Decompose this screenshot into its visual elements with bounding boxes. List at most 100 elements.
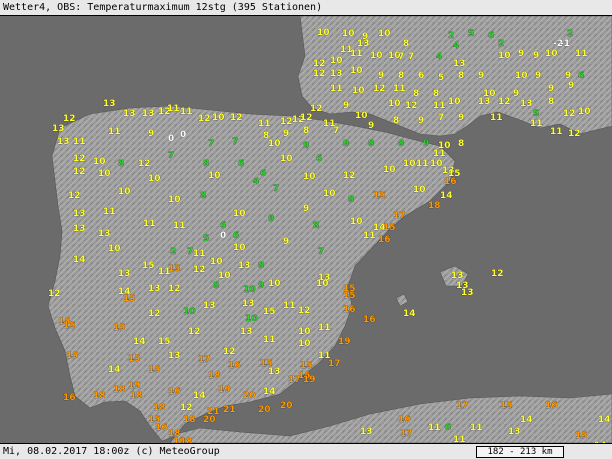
station-value: 4 <box>253 177 259 187</box>
station-value: 10 <box>210 257 223 267</box>
station-value: 15 <box>113 323 126 333</box>
station-value: 11 <box>283 301 296 311</box>
station-value: 9 <box>368 121 374 131</box>
station-value: 5 <box>468 29 474 39</box>
station-value: 9 <box>258 281 264 291</box>
station-value: 17 <box>328 359 341 369</box>
station-value: 9 <box>518 49 524 59</box>
station-value: 8 <box>548 97 554 107</box>
station-value: 11 <box>433 101 446 111</box>
station-value: 8 <box>368 139 374 149</box>
station-value: 9 <box>565 71 571 81</box>
station-value: 2 <box>170 247 176 257</box>
station-value: 8 <box>458 71 464 81</box>
station-value: 18 <box>153 403 166 413</box>
station-value: 15 <box>148 365 161 375</box>
station-value: 9 <box>303 141 309 151</box>
station-value: 6 <box>316 154 322 164</box>
station-value: 12 <box>188 327 201 337</box>
station-value: 13 <box>203 301 216 311</box>
station-value: 12 <box>300 113 313 123</box>
station-value: 12 <box>223 347 236 357</box>
station-value: 13 <box>461 288 474 298</box>
station-value: 11 <box>350 49 363 59</box>
station-value: 11 <box>453 435 466 443</box>
station-value: 9 <box>148 129 154 139</box>
station-value: 9 <box>283 237 289 247</box>
station-value: 13 <box>268 367 281 377</box>
station-value: 20 <box>258 405 271 415</box>
station-value: 14 <box>263 387 276 397</box>
station-value: 12 <box>405 101 418 111</box>
station-value: 15 <box>500 401 513 411</box>
scale-label: 182 - 213 km <box>487 447 553 457</box>
station-value: 12 <box>313 59 326 69</box>
station-value: 13 <box>520 99 533 109</box>
station-value: 18 <box>130 391 143 401</box>
station-value: 11 <box>575 49 588 59</box>
station-value: 12 <box>563 109 576 119</box>
station-value: 5 <box>533 109 539 119</box>
station-value: 19 <box>218 385 231 395</box>
station-value: 10 <box>212 113 225 123</box>
station-value: 15 <box>343 291 356 301</box>
station-value: 18 <box>113 385 126 395</box>
station-value: 12 <box>73 167 86 177</box>
station-value: 10 <box>448 97 461 107</box>
station-value: 17 <box>198 355 211 365</box>
station-value: 20 <box>280 401 293 411</box>
station-value: 17 <box>393 211 406 221</box>
station-value: 12 <box>568 129 581 139</box>
station-value: 14 <box>403 309 416 319</box>
station-value: 11 <box>108 127 121 137</box>
station-value: 8 <box>398 71 404 81</box>
station-value: 13 <box>142 109 155 119</box>
station-value: 11 <box>193 249 206 259</box>
station-value: 12 <box>148 309 161 319</box>
station-value: 11 <box>263 335 276 345</box>
map-window: Wetter4, OBS: Temperaturmaximum 12stg (3… <box>0 0 612 459</box>
station-value: 6 <box>488 31 494 41</box>
station-value: 13 <box>330 69 343 79</box>
station-value: 9 <box>283 129 289 139</box>
station-value: 8 <box>213 281 219 291</box>
station-value: 12 <box>68 191 81 201</box>
station-value: 10 <box>183 307 196 317</box>
station-value: 6 <box>418 71 424 81</box>
station-value: 11 <box>173 221 186 231</box>
station-value: 15 <box>66 351 79 361</box>
station-value: 11 <box>428 423 441 433</box>
station-value: 12 <box>298 306 311 316</box>
station-value: 0 <box>168 134 174 144</box>
map-viewport[interactable]: 10 10 9 10 8 2 5 6 2 -2 -1 2 13 11 10 10 7 7 4 4 10 9 9 10 11 12 1… <box>0 15 612 457</box>
station-value: 7 <box>408 52 414 62</box>
station-value: 12 <box>230 113 243 123</box>
station-value: 10 <box>118 187 131 197</box>
station-value: 16 <box>228 361 241 371</box>
station-value: 9 <box>513 89 519 99</box>
station-value: 8 <box>348 195 354 205</box>
station-value: 13 <box>73 209 86 219</box>
station-value: 9 <box>533 51 539 61</box>
station-value: 13 <box>451 271 464 281</box>
station-value: 16 <box>168 387 181 397</box>
station-value: 10 <box>355 111 368 121</box>
station-value: 7 <box>273 184 279 194</box>
station-value: 13 <box>453 59 466 69</box>
station-value: 10 <box>148 174 161 184</box>
station-value: 10 <box>352 86 365 96</box>
station-value: 10 <box>430 159 443 169</box>
station-value: 6 <box>445 423 451 433</box>
station-value: 15 <box>300 361 313 371</box>
station-value: 10 <box>268 279 281 289</box>
station-value: 18 <box>208 371 221 381</box>
station-value: 16 <box>545 401 558 411</box>
station-value: 14 <box>598 415 611 425</box>
station-value: 11 <box>490 113 503 123</box>
station-value: 10 <box>498 51 511 61</box>
station-value: 9 <box>478 71 484 81</box>
station-value: 16 <box>378 235 391 245</box>
station-value: 14 <box>133 337 146 347</box>
station-value: 10 <box>545 49 558 59</box>
station-value: 2 <box>498 39 504 49</box>
